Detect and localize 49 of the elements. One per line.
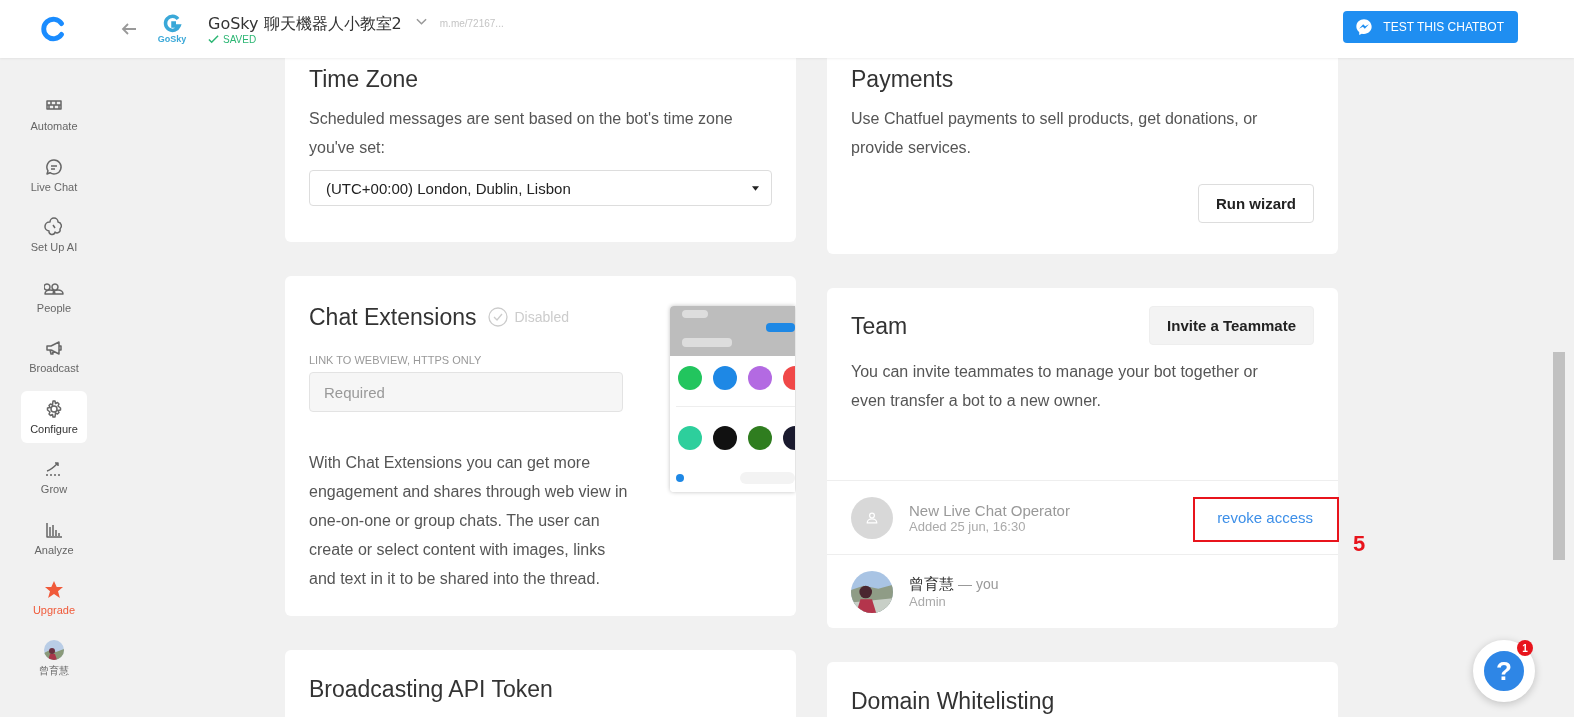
nav-item[interactable]: Upgrade: [21, 572, 87, 624]
bot-logo-text: GoSky: [157, 34, 187, 44]
card-description: With Chat Extensions you can get more engagement and shares through web view in one-on-one or group chats. The user can create or select content with images, links and text in it to be shared into the thread.: [309, 453, 629, 589]
member-name: 曾育慧: [909, 574, 954, 594]
card-description: You can invite teammates to manage your bot together or even transfer a bot to a new owner.: [851, 362, 1259, 411]
time-zone-select[interactable]: (UTC+00:00) London, Dublin, Lisbon: [309, 170, 772, 206]
gear-icon: [44, 398, 64, 419]
member-suffix: — you: [958, 576, 999, 592]
nav-item[interactable]: Analyze: [21, 511, 87, 564]
revoke-access-link[interactable]: revoke access: [1217, 509, 1313, 526]
field-label: LINK TO WEBVIEW, HTTPS ONLY: [309, 354, 483, 366]
run-wizard-button[interactable]: Run wizard: [1198, 184, 1314, 223]
messenger-icon: [1355, 18, 1374, 36]
member-name: New Live Chat Operator: [909, 501, 1070, 519]
card-title: Domain Whitelisting: [851, 687, 1056, 716]
invite-teammate-button[interactable]: Invite a Teammate: [1149, 306, 1314, 345]
nav-item[interactable]: Broadcast: [21, 330, 87, 382]
card-title: Payments: [851, 65, 955, 94]
megaphone-icon: [44, 338, 64, 358]
card-description: Use Chatfuel payments to sell products, get donations, or provide services.: [851, 109, 1259, 158]
c-logo-icon[interactable]: [41, 16, 67, 42]
profile-nav-item[interactable]: 曾育慧: [21, 632, 87, 685]
nav-item[interactable]: Live Chat: [21, 148, 87, 201]
member-subtitle: Admin: [909, 593, 947, 609]
saved-status: SAVED: [223, 33, 257, 45]
bot-logo-icon: [162, 14, 182, 34]
card-title: Time Zone: [309, 65, 420, 94]
avatar-icon: [851, 496, 893, 539]
chevron-down-icon[interactable]: [415, 18, 427, 26]
nav-item[interactable]: Grow: [21, 451, 87, 503]
webview-link-field[interactable]: Required: [309, 372, 623, 412]
caret-icon: [752, 185, 759, 191]
card-title: Team: [851, 311, 908, 341]
card-title: Chat Extensions: [309, 303, 477, 332]
card-title: Broadcasting API Token: [309, 675, 554, 704]
notification-badge: 1: [1517, 640, 1533, 656]
nav-item[interactable]: Set Up AI: [21, 209, 87, 261]
chat-bubble-icon: [44, 156, 64, 177]
test-chatbot-button[interactable]: TEST THIS CHATBOT: [1343, 11, 1518, 43]
scrollbar-thumb[interactable]: [1553, 352, 1565, 560]
member-subtitle: Added 25 jun, 16:30: [909, 518, 1026, 534]
bot-title: GoSky 聊天機器人小教室2: [208, 13, 402, 34]
card-description: Scheduled messages are sent based on the bot's time zone you've set:: [309, 109, 734, 158]
nav-item[interactable]: Configure: [21, 390, 87, 443]
brain-icon: [44, 217, 64, 237]
star-icon: [44, 580, 64, 600]
nav-item[interactable]: Automate: [21, 88, 87, 140]
annotation-number: 5: [1353, 531, 1366, 557]
nav-item[interactable]: People: [21, 269, 87, 322]
